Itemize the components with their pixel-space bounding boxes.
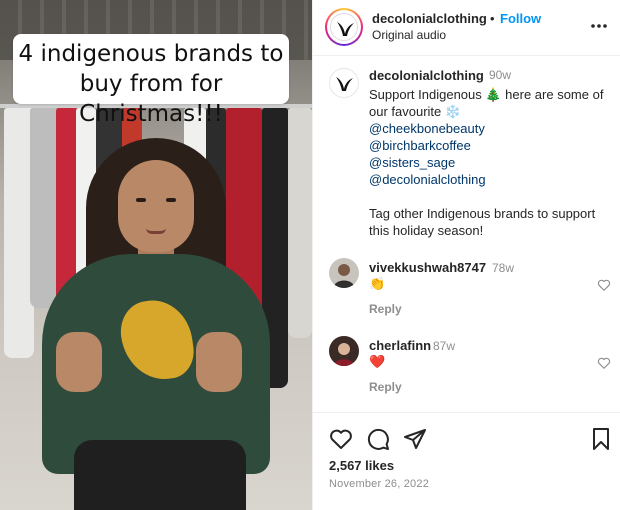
caption-text: Support Indigenous 🎄 here are some of ou…: [369, 86, 611, 239]
video-caption-box: 4 indigenous brands to buy from for Chri…: [13, 34, 289, 127]
comment-text: 👏: [369, 276, 386, 291]
bird-logo-icon: [330, 13, 358, 41]
comment-username[interactable]: vivekkushwah8747: [369, 260, 486, 275]
header-username[interactable]: decolonialclothing: [372, 11, 487, 26]
profile-avatar[interactable]: [325, 8, 363, 46]
comment-username[interactable]: cherlafinn: [369, 338, 431, 353]
post-date: November 26, 2022: [329, 478, 430, 490]
left-hand: [56, 332, 102, 392]
audio-label[interactable]: Original audio: [372, 28, 446, 42]
comment-time: 78w: [492, 261, 515, 275]
video-caption: 4 indigenous brands to buy from for Chri…: [18, 41, 284, 127]
comment-bubble-icon[interactable]: [366, 427, 390, 451]
comment-avatar[interactable]: [329, 258, 359, 288]
separator-dot: •: [490, 11, 495, 26]
share-paper-plane-icon[interactable]: [403, 427, 427, 451]
caption-username[interactable]: decolonialclothing: [369, 68, 484, 83]
comment-text: ❤️: [369, 354, 386, 369]
reply-button[interactable]: Reply: [369, 302, 402, 316]
like-heart-icon[interactable]: [329, 427, 353, 451]
mention-link[interactable]: @sisters_sage: [369, 154, 611, 171]
comment-time: 87w: [433, 339, 456, 353]
caption-avatar[interactable]: [329, 68, 359, 98]
reply-button[interactable]: Reply: [369, 380, 402, 394]
like-comment-heart-icon[interactable]: [597, 356, 611, 370]
mention-link[interactable]: @birchbarkcoffee: [369, 137, 611, 154]
post-actions: 2,567 likes November 26, 2022: [313, 412, 620, 510]
mention-link[interactable]: @decolonialclothing: [369, 171, 611, 188]
more-options-icon[interactable]: [589, 16, 609, 36]
follow-button[interactable]: Follow: [500, 11, 541, 26]
likes-count[interactable]: 2,567 likes: [329, 458, 394, 473]
post-panel: decolonialclothing • Follow Original aud…: [312, 0, 620, 510]
person-face: [118, 160, 194, 252]
bird-logo-icon: [336, 77, 353, 91]
save-bookmark-icon[interactable]: [589, 427, 613, 451]
legs: [74, 440, 246, 510]
post-header: decolonialclothing • Follow Original aud…: [313, 0, 620, 56]
like-comment-heart-icon[interactable]: [597, 278, 611, 292]
caption-time: 90w: [489, 68, 512, 82]
mention-link[interactable]: @cheekbonebeauty: [369, 120, 611, 137]
reel-video[interactable]: 4 indigenous brands to buy from for Chri…: [0, 0, 312, 510]
comment-avatar[interactable]: [329, 336, 359, 366]
right-hand: [196, 332, 242, 392]
